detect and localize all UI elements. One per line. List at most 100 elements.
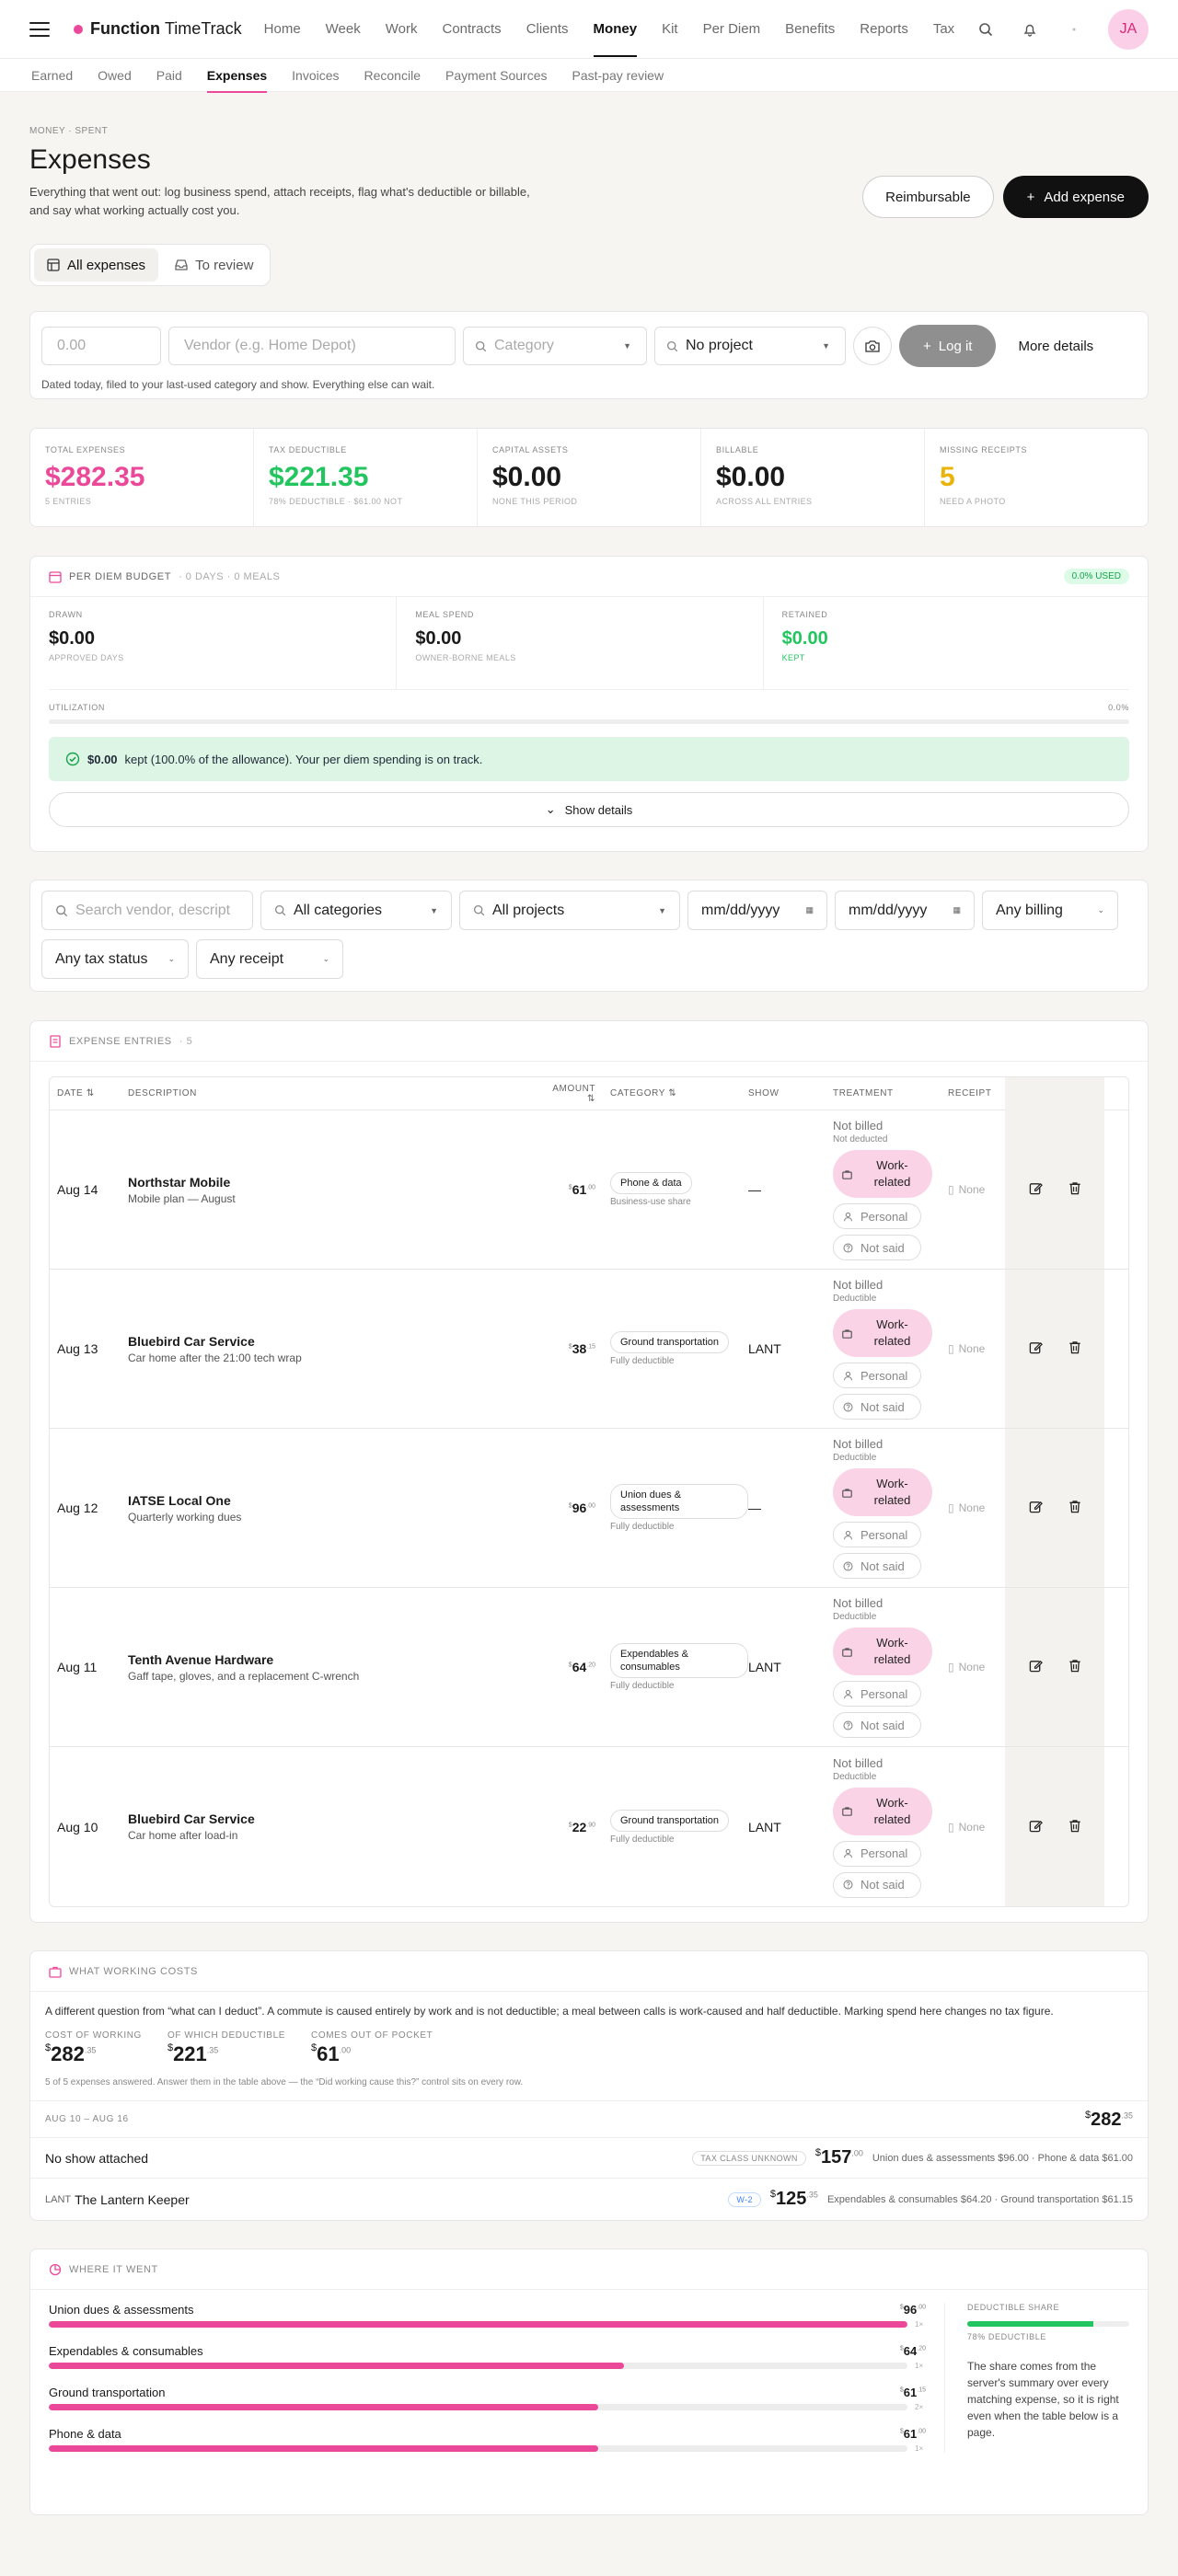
row-category[interactable]: Union dues & assessments	[610, 1484, 748, 1519]
personal-toggle[interactable]: Personal	[833, 1681, 921, 1707]
nav-work[interactable]: Work	[386, 21, 418, 37]
nav-per-diem[interactable]: Per Diem	[703, 21, 761, 37]
tab-all-expenses[interactable]: All expenses	[34, 248, 159, 282]
drawn-label: DRAWN	[49, 610, 83, 619]
row-receipt[interactable]: ▯ None	[948, 1821, 1005, 1834]
user-avatar[interactable]: JA	[1108, 8, 1149, 50]
nav-money[interactable]: Money	[593, 21, 637, 57]
work-related-toggle[interactable]: Work-related	[833, 1787, 932, 1835]
subnav-owed[interactable]: Owed	[98, 68, 132, 83]
date-to-input[interactable]: mm/dd/yyyy ▦	[835, 891, 975, 930]
subnav-payment-sources[interactable]: Payment Sources	[445, 68, 548, 83]
tab-to-review[interactable]: To review	[162, 248, 266, 282]
not-said-toggle[interactable]: Not said	[833, 1871, 921, 1898]
not-said-toggle[interactable]: Not said	[833, 1553, 921, 1579]
nav-kit[interactable]: Kit	[662, 21, 678, 37]
table-row[interactable]: Aug 12 IATSE Local One Quarterly working…	[50, 1429, 1128, 1588]
menu-icon[interactable]	[29, 21, 50, 37]
table-row[interactable]: Aug 14 Northstar Mobile Mobile plan — Au…	[50, 1110, 1128, 1270]
category-breakdown-item[interactable]: Phone & data $61.00 1×	[49, 2427, 926, 2453]
amount-input[interactable]: 0.00	[41, 327, 161, 365]
personal-toggle[interactable]: Personal	[833, 1363, 921, 1388]
personal-toggle[interactable]: Personal	[833, 1522, 921, 1547]
work-related-toggle[interactable]: Work-related	[833, 1468, 932, 1516]
nav-home[interactable]: Home	[264, 21, 301, 37]
subnav-reconcile[interactable]: Reconcile	[364, 68, 421, 83]
show-row-lantern[interactable]: LANT The Lantern Keeper W-2 $125.35 Expe…	[30, 2178, 1148, 2220]
log-it-button[interactable]: + Log it	[899, 325, 997, 367]
work-related-toggle[interactable]: Work-related	[833, 1309, 932, 1357]
money-subnav: Earned Owed Paid Expenses Invoices Recon…	[0, 59, 1178, 93]
date-from-input[interactable]: mm/dd/yyyy ▦	[687, 891, 827, 930]
nav-tax[interactable]: Tax	[933, 21, 954, 37]
nav-week[interactable]: Week	[326, 21, 361, 37]
add-expense-button[interactable]: + Add expense	[1002, 176, 1149, 218]
show-row-unattached[interactable]: No show attached TAX CLASS UNKNOWN $157.…	[30, 2137, 1148, 2178]
category-breakdown-item[interactable]: Ground transportation $61.15 2×	[49, 2386, 926, 2411]
search-input[interactable]: Search vendor, descript	[41, 891, 253, 930]
category-select[interactable]: Category ▼	[463, 327, 647, 365]
deductible-share-bar	[967, 2321, 1129, 2327]
not-said-toggle[interactable]: Not said	[833, 1394, 921, 1420]
work-related-toggle[interactable]: Work-related	[833, 1627, 932, 1675]
brand-logo[interactable]: Function TimeTrack	[74, 19, 242, 39]
billing-filter[interactable]: Any billing ⌄	[982, 891, 1118, 930]
trash-icon[interactable]	[1068, 1500, 1081, 1516]
row-category[interactable]: Expendables & consumables	[610, 1643, 748, 1678]
search-icon[interactable]	[976, 19, 996, 40]
camera-button[interactable]	[853, 327, 892, 365]
nav-contracts[interactable]: Contracts	[442, 21, 501, 37]
subnav-past-pay-review[interactable]: Past-pay review	[572, 68, 664, 83]
row-category[interactable]: Ground transportation	[610, 1809, 730, 1832]
category-filter[interactable]: All categories ▼	[260, 891, 452, 930]
row-billed-status: Not billed	[833, 1119, 884, 1133]
table-row[interactable]: Aug 13 Bluebird Car Service Car home aft…	[50, 1270, 1128, 1429]
col-amount[interactable]: AMOUNT ⇅	[547, 1084, 610, 1104]
personal-toggle[interactable]: Personal	[833, 1203, 921, 1229]
trash-icon[interactable]	[1068, 1659, 1081, 1675]
project-filter[interactable]: All projects ▼	[459, 891, 680, 930]
more-details-link[interactable]: More details	[1018, 339, 1093, 354]
subnav-paid[interactable]: Paid	[156, 68, 182, 83]
nav-reports[interactable]: Reports	[860, 21, 908, 37]
edit-icon[interactable]	[1029, 1340, 1043, 1357]
row-receipt[interactable]: ▯ None	[948, 1661, 1005, 1673]
vendor-input[interactable]: Vendor (e.g. Home Depot)	[168, 327, 456, 365]
bell-icon[interactable]	[1020, 19, 1040, 40]
subnav-invoices[interactable]: Invoices	[292, 68, 339, 83]
row-receipt[interactable]: ▯ None	[948, 1183, 1005, 1196]
project-select[interactable]: No project ▼	[654, 327, 846, 365]
reimbursable-button[interactable]: Reimbursable	[862, 176, 994, 218]
work-related-toggle[interactable]: Work-related	[833, 1150, 932, 1198]
row-date: Aug 12	[57, 1501, 98, 1515]
edit-icon[interactable]	[1029, 1181, 1043, 1198]
personal-toggle[interactable]: Personal	[833, 1840, 921, 1867]
category-breakdown-item[interactable]: Expendables & consumables $64.20 1×	[49, 2344, 926, 2370]
table-row[interactable]: Aug 10 Bluebird Car Service Car home aft…	[50, 1747, 1128, 1906]
not-said-toggle[interactable]: Not said	[833, 1235, 921, 1260]
row-receipt[interactable]: ▯ None	[948, 1501, 1005, 1514]
row-category-note: Fully deductible	[610, 1522, 675, 1532]
table-row[interactable]: Aug 11 Tenth Avenue Hardware Gaff tape, …	[50, 1588, 1128, 1747]
edit-icon[interactable]	[1029, 1500, 1043, 1516]
nav-benefits[interactable]: Benefits	[785, 21, 835, 37]
not-said-toggle[interactable]: Not said	[833, 1712, 921, 1738]
row-category[interactable]: Ground transportation	[610, 1331, 730, 1353]
subnav-earned[interactable]: Earned	[31, 68, 73, 83]
show-details-button[interactable]: ⌄ Show details	[49, 792, 1129, 827]
col-date[interactable]: DATE ⇅	[50, 1088, 128, 1098]
project-filter-value: All projects	[492, 902, 565, 918]
receipt-filter[interactable]: Any receipt ⌄	[196, 939, 343, 979]
subnav-expenses[interactable]: Expenses	[206, 68, 268, 93]
row-category[interactable]: Phone & data	[610, 1172, 692, 1194]
edit-icon[interactable]	[1029, 1659, 1043, 1675]
edit-icon[interactable]	[1029, 1819, 1043, 1835]
row-receipt[interactable]: ▯ None	[948, 1342, 1005, 1355]
category-breakdown-item[interactable]: Union dues & assessments $96.00 1×	[49, 2303, 926, 2329]
tax-status-filter[interactable]: Any tax status ⌄	[41, 939, 189, 979]
trash-icon[interactable]	[1068, 1340, 1081, 1357]
col-category[interactable]: CATEGORY ⇅	[610, 1088, 748, 1098]
trash-icon[interactable]	[1068, 1181, 1081, 1198]
trash-icon[interactable]	[1068, 1819, 1081, 1835]
nav-clients[interactable]: Clients	[526, 21, 569, 37]
